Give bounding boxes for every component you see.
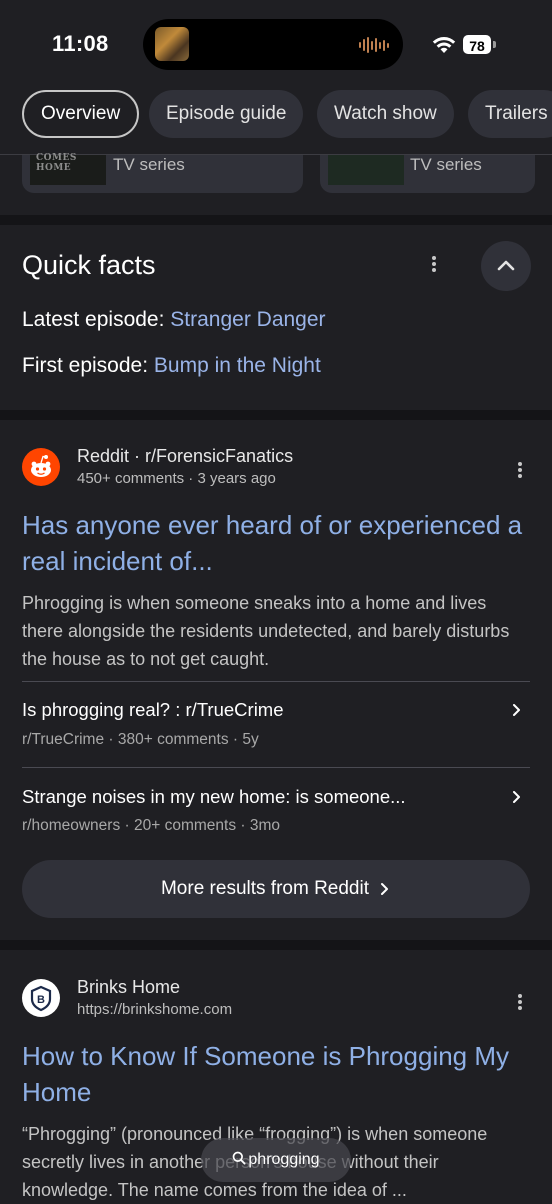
result-source[interactable]: Reddit · r/ForensicFanatics bbox=[77, 446, 293, 467]
tab-episode-guide[interactable]: Episode guide bbox=[149, 90, 304, 138]
latest-episode-link[interactable]: Stranger Danger bbox=[170, 308, 325, 331]
sub-result-title[interactable]: Strange noises in my new home: is someon… bbox=[22, 786, 406, 808]
collapse-button[interactable] bbox=[481, 241, 531, 291]
chevron-right-icon bbox=[513, 791, 520, 803]
brinks-home-icon: B bbox=[22, 979, 60, 1017]
reddit-icon bbox=[22, 448, 60, 486]
wifi-icon bbox=[432, 37, 456, 53]
battery-tip bbox=[493, 41, 496, 48]
section-divider bbox=[0, 215, 552, 225]
result-meta: 450+ comments · 3 years ago bbox=[77, 470, 276, 487]
quick-facts-title: Quick facts bbox=[22, 250, 156, 280]
audio-waveform-icon bbox=[359, 37, 389, 53]
thumbnail-text: COMES HOME bbox=[36, 153, 77, 173]
related-show-type: TV series bbox=[113, 155, 185, 174]
fact-first-episode: First episode: Bump in the Night bbox=[22, 354, 321, 377]
fact-label: Latest episode bbox=[22, 308, 159, 331]
fact-label: First episode bbox=[22, 354, 143, 377]
more-options-icon[interactable] bbox=[508, 990, 532, 1014]
tab-bar: Overview Episode guide Watch show Traile… bbox=[0, 88, 552, 155]
result-title-link[interactable]: How to Know If Someone is Phrogging My H… bbox=[22, 1038, 527, 1110]
first-episode-link[interactable]: Bump in the Night bbox=[154, 354, 321, 377]
more-options-icon[interactable] bbox=[422, 252, 446, 276]
sub-result-meta: r/TrueCrime · 380+ comments · 5y bbox=[22, 731, 259, 748]
search-icon bbox=[233, 1151, 246, 1165]
related-shows-strip: COMES HOME TV series TV series bbox=[0, 153, 552, 215]
dynamic-island[interactable] bbox=[143, 19, 403, 70]
more-results-label: More results from Reddit bbox=[160, 877, 369, 899]
search-query: phrogging bbox=[248, 1151, 320, 1168]
show-thumbnail: COMES HOME bbox=[30, 153, 106, 185]
battery-indicator: 78 bbox=[463, 35, 491, 54]
search-pill[interactable]: phrogging bbox=[201, 1138, 351, 1182]
result-snippet: Phrogging is when someone sneaks into a … bbox=[22, 593, 510, 669]
now-playing-artwork bbox=[155, 27, 189, 61]
divider bbox=[22, 767, 530, 768]
divider bbox=[22, 681, 530, 682]
chevron-right-icon bbox=[513, 704, 520, 716]
more-results-button[interactable]: More results from Reddit bbox=[22, 860, 530, 918]
chevron-right-icon bbox=[381, 882, 388, 895]
fact-latest-episode: Latest episode: Stranger Danger bbox=[22, 308, 326, 331]
tab-overview[interactable]: Overview bbox=[22, 90, 140, 138]
result-title-link[interactable]: Has anyone ever heard of or experienced … bbox=[22, 507, 527, 579]
related-show-type: TV series bbox=[410, 155, 482, 174]
chevron-up-icon bbox=[497, 260, 515, 271]
result-source[interactable]: Brinks Home bbox=[77, 977, 180, 998]
result-url: https://brinkshome.com bbox=[77, 1001, 233, 1018]
svg-text:B: B bbox=[37, 994, 45, 1006]
section-divider bbox=[0, 940, 552, 950]
sub-result-title[interactable]: Is phrogging real? : r/TrueCrime bbox=[22, 699, 284, 721]
show-thumbnail bbox=[328, 155, 404, 185]
status-bar: 11:08 78 bbox=[0, 0, 552, 88]
more-options-icon[interactable] bbox=[508, 458, 532, 482]
section-divider bbox=[0, 410, 552, 420]
clock: 11:08 bbox=[52, 31, 109, 56]
tab-trailers[interactable]: Trailers bbox=[468, 90, 552, 138]
related-show-card[interactable]: TV series bbox=[320, 155, 535, 193]
tab-watch-show[interactable]: Watch show bbox=[317, 90, 454, 138]
sub-result-meta: r/homeowners · 20+ comments · 3mo bbox=[22, 817, 280, 834]
related-show-card[interactable]: COMES HOME TV series bbox=[22, 153, 303, 193]
